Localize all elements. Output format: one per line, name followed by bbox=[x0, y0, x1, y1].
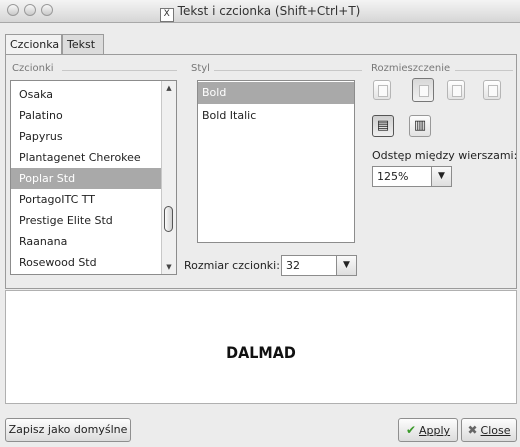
vertical-text-icon[interactable]: ▥ bbox=[409, 115, 431, 137]
close-button[interactable]: ✖ Close bbox=[461, 418, 517, 442]
scrollbar-thumb[interactable] bbox=[164, 206, 173, 232]
fonts-group-label: Czcionki bbox=[12, 63, 54, 74]
font-list-item[interactable]: Osaka bbox=[11, 84, 161, 105]
window-title-area: X Tekst i czcionka (Shift+Ctrl+T) bbox=[0, 4, 520, 22]
style-group-divider bbox=[214, 70, 362, 71]
title-bar: X Tekst i czcionka (Shift+Ctrl+T) bbox=[0, 0, 520, 23]
align-center-icon[interactable] bbox=[412, 78, 434, 102]
apply-label: Apply bbox=[419, 424, 451, 437]
placement-group-divider bbox=[455, 70, 513, 71]
font-list-scrollbar[interactable]: ▲ ▼ bbox=[161, 81, 176, 274]
line-spacing-label: Odstęp między wierszami: bbox=[372, 149, 518, 162]
align-left-icon[interactable] bbox=[373, 80, 391, 100]
style-item-selected[interactable]: Bold bbox=[198, 82, 354, 104]
style-item[interactable]: Bold Italic bbox=[198, 105, 354, 127]
horizontal-text-icon[interactable]: ▤ bbox=[372, 115, 394, 137]
placement-group-label: Rozmieszczenie bbox=[371, 63, 451, 74]
font-list-item[interactable]: Rosewood Std bbox=[11, 252, 161, 273]
font-list-item[interactable]: Palatino bbox=[11, 105, 161, 126]
align-justify-icon[interactable] bbox=[483, 80, 501, 100]
fonts-group-divider bbox=[62, 70, 177, 71]
save-default-button[interactable]: Zapisz jako domyślne bbox=[5, 418, 131, 442]
font-size-value: 32 bbox=[286, 259, 300, 272]
window-title: Tekst i czcionka (Shift+Ctrl+T) bbox=[177, 4, 361, 18]
tab-czcionka[interactable]: Czcionka bbox=[5, 34, 62, 55]
apply-check-icon: ✔ bbox=[405, 423, 416, 437]
preview-text: DALMAD bbox=[226, 343, 296, 362]
apply-button[interactable]: ✔ Apply bbox=[398, 418, 458, 442]
chevron-down-icon[interactable]: ▼ bbox=[431, 167, 451, 186]
tab-tekst[interactable]: Tekst bbox=[62, 34, 104, 54]
window-icon: X bbox=[159, 8, 174, 22]
chevron-down-icon[interactable]: ▼ bbox=[336, 256, 356, 275]
font-preview-area: DALMAD bbox=[5, 290, 517, 404]
style-list[interactable]: Bold Bold Italic bbox=[197, 80, 355, 243]
font-list-item[interactable]: Plantagenet Cherokee bbox=[11, 147, 161, 168]
font-list-item[interactable]: Papyrus bbox=[11, 126, 161, 147]
font-list-item-selected[interactable]: Poplar Std bbox=[11, 168, 161, 189]
line-spacing-combo[interactable]: 125% ▼ bbox=[372, 166, 452, 187]
close-label: Close bbox=[480, 424, 511, 437]
align-right-icon[interactable] bbox=[447, 80, 465, 100]
line-spacing-value: 125% bbox=[377, 170, 409, 183]
scroll-up-icon[interactable]: ▲ bbox=[164, 83, 174, 93]
close-x-icon: ✖ bbox=[467, 423, 478, 437]
scroll-down-icon[interactable]: ▼ bbox=[164, 262, 174, 272]
font-size-label: Rozmiar czcionki: bbox=[184, 259, 280, 272]
dialog-window: X Tekst i czcionka (Shift+Ctrl+T) Czcionk… bbox=[0, 0, 520, 447]
font-list-item[interactable]: PortagoITC TT bbox=[11, 189, 161, 210]
font-list-item[interactable]: Raanana bbox=[11, 231, 161, 252]
font-list-item[interactable]: Prestige Elite Std bbox=[11, 210, 161, 231]
font-size-combo[interactable]: 32 ▼ bbox=[281, 255, 357, 276]
font-list[interactable]: Osaka Palatino Papyrus Plantagenet Chero… bbox=[10, 80, 177, 275]
style-group-label: Styl bbox=[191, 63, 210, 74]
